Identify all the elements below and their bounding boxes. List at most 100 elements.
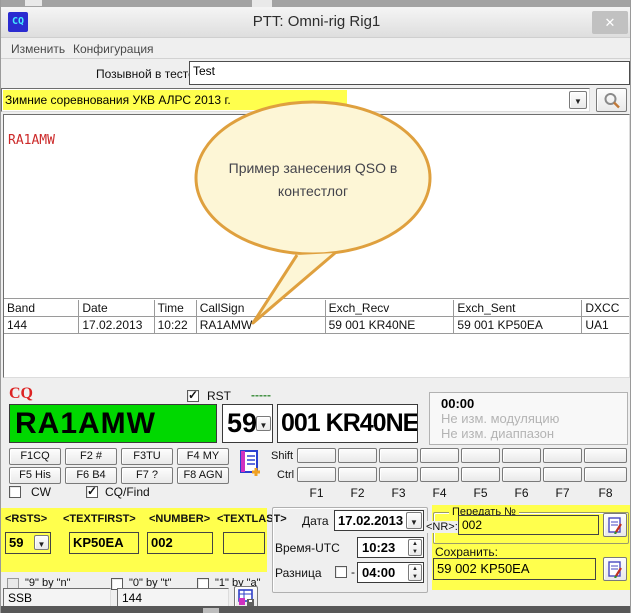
diff-spin-buttons[interactable]: ▲▼ xyxy=(408,564,422,581)
f8-agn-button[interactable]: F8 AGN xyxy=(177,467,229,484)
menu-item-configuration[interactable]: Конфигурация xyxy=(73,42,154,56)
diff-label: Разница xyxy=(275,566,322,580)
f7-query-button[interactable]: F7 ? xyxy=(121,467,173,484)
number-input[interactable]: 002 xyxy=(147,532,213,554)
shift-f3-button[interactable] xyxy=(379,448,418,463)
fkey-label-f6: F6 xyxy=(502,486,541,500)
shift-f7-button[interactable] xyxy=(543,448,582,463)
chevron-down-icon: ▼ xyxy=(410,518,418,527)
chevron-down-icon: ▼ xyxy=(260,421,268,430)
rsts-header: <RSTS> xyxy=(5,513,47,525)
rst-combobox[interactable]: 59 ▼ xyxy=(222,404,273,443)
shift-f2-button[interactable] xyxy=(338,448,377,463)
app-window: CQ PTT: Omni-rig Rig1 ✕ Изменить Конфигу… xyxy=(0,0,631,613)
search-icon xyxy=(603,92,621,110)
note-edit-icon xyxy=(608,517,624,534)
rig-status-modulation: Не изм. модуляцию xyxy=(441,411,559,426)
rig-status-band: Не изм. диаппазон xyxy=(441,426,554,441)
menu-item-edit[interactable]: Изменить xyxy=(11,42,65,56)
ctrl-f8-button[interactable] xyxy=(584,467,627,482)
shift-f4-button[interactable] xyxy=(420,448,459,463)
add-memo-button[interactable] xyxy=(238,449,262,477)
callout-balloon: Пример занесения QSO в контестлог xyxy=(131,96,491,334)
spin-up-icon: ▲ xyxy=(409,540,421,548)
ctrl-f5-button[interactable] xyxy=(461,467,500,482)
bottom-strip-notch xyxy=(203,608,219,613)
column-header-band[interactable]: Band xyxy=(4,300,78,316)
date-label: Дата xyxy=(302,514,329,528)
f2-nr-button[interactable]: F2 # xyxy=(65,448,117,465)
ctrl-f7-button[interactable] xyxy=(543,467,582,482)
f4-my-button[interactable]: F4 MY xyxy=(177,448,229,465)
exchange-input[interactable]: 001 KR40NE xyxy=(277,404,418,443)
f3-tu-button[interactable]: F3TU xyxy=(121,448,173,465)
ctrl-f1-button[interactable] xyxy=(297,467,336,482)
fkey-label-f5: F5 xyxy=(461,486,500,500)
shift-f1-button[interactable] xyxy=(297,448,336,463)
f1-cq-button[interactable]: F1CQ xyxy=(9,448,61,465)
rsts-dropdown-button[interactable]: ▼ xyxy=(34,535,49,550)
shift-f6-button[interactable] xyxy=(502,448,541,463)
shift-label: Shift xyxy=(271,450,293,462)
contest-dropdown-button[interactable]: ▼ xyxy=(569,91,587,109)
date-combobox[interactable]: 17.02.2013 ▼ xyxy=(334,510,424,531)
fkey-label-f3: F3 xyxy=(379,486,418,500)
test-callsign-input[interactable]: Test xyxy=(189,61,630,85)
rst-dropdown-button[interactable]: ▼ xyxy=(256,416,271,431)
textfirst-input[interactable]: KP50EA xyxy=(69,532,139,554)
utc-spinner[interactable]: 10:23 ▲▼ xyxy=(357,537,424,558)
note-edit-icon xyxy=(608,561,624,578)
cell-dxcc: UA1 xyxy=(581,317,629,333)
ctrl-f6-button[interactable] xyxy=(502,467,541,482)
callsign-input[interactable]: RA1AMW xyxy=(9,404,217,443)
date-dropdown-button[interactable]: ▼ xyxy=(406,512,422,529)
save-edit-button[interactable] xyxy=(603,557,627,581)
fkey-label-f4: F4 xyxy=(420,486,459,500)
log-preview-callsign: RA1AMW xyxy=(8,133,55,148)
f6-b4-button[interactable]: F6 B4 xyxy=(65,467,117,484)
balloon-text-line2: контестлог xyxy=(278,183,348,199)
utc-value: 10:23 xyxy=(362,540,395,555)
top-strip xyxy=(1,0,631,7)
save-value-input[interactable]: 59 002 KP50EA xyxy=(433,558,596,580)
floppy-table-icon xyxy=(238,589,255,606)
utc-label: Время-UTC xyxy=(275,541,340,555)
ctrl-f2-button[interactable] xyxy=(338,467,377,482)
rst-checkbox[interactable] xyxy=(187,390,199,402)
close-icon: ✕ xyxy=(605,15,616,30)
utc-spin-buttons[interactable]: ▲▼ xyxy=(408,539,422,556)
contest-search-button[interactable] xyxy=(596,88,627,112)
nr-label: <NR>: xyxy=(425,521,459,533)
diff-dash: - xyxy=(351,565,355,579)
cw-checkbox[interactable] xyxy=(9,486,21,498)
cqfind-label: CQ/Find xyxy=(105,485,150,499)
shift-f5-button[interactable] xyxy=(461,448,500,463)
spin-down-icon: ▼ xyxy=(409,548,421,556)
diff-spinner[interactable]: 04:00 ▲▼ xyxy=(357,562,424,583)
rsts-combobox[interactable]: 59 ▼ xyxy=(5,532,51,554)
fkey-label-f8: F8 xyxy=(584,486,627,500)
close-button[interactable]: ✕ xyxy=(592,11,628,34)
rig-status-panel: 00:00 Не изм. модуляцию Не изм. диаппазо… xyxy=(429,392,628,445)
number-header: <NUMBER> xyxy=(149,513,210,525)
rst-label: RST xyxy=(207,389,231,403)
send-nr-edit-button[interactable] xyxy=(603,513,627,537)
diff-checkbox[interactable] xyxy=(335,566,347,578)
cqfind-checkbox[interactable] xyxy=(86,486,98,498)
fkey-label-f1: F1 xyxy=(297,486,336,500)
fkey-label-f7: F7 xyxy=(543,486,582,500)
ctrl-f4-button[interactable] xyxy=(420,467,459,482)
cq-label: CQ xyxy=(9,385,33,403)
save-group-label: Сохранить: xyxy=(435,545,498,559)
shift-f8-button[interactable] xyxy=(584,448,627,463)
top-strip-notch xyxy=(252,0,272,7)
nr-input[interactable]: 002 xyxy=(458,515,599,535)
window-title: PTT: Omni-rig Rig1 xyxy=(1,13,631,30)
ctrl-f3-button[interactable] xyxy=(379,467,418,482)
column-header-dxcc[interactable]: DXCC xyxy=(581,300,629,316)
textfirst-header: <TEXTFIRST> xyxy=(63,513,136,525)
f5-his-button[interactable]: F5 His xyxy=(9,467,61,484)
save-log-button[interactable] xyxy=(234,586,258,608)
textlast-input[interactable] xyxy=(223,532,265,554)
date-value: 17.02.2013 xyxy=(338,513,403,528)
